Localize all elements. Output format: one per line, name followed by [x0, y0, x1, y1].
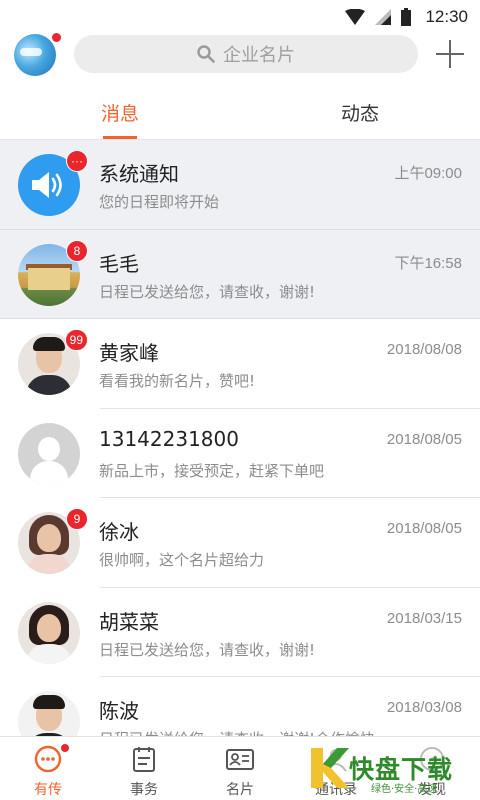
- avatar: [18, 601, 80, 664]
- message-time: 下午16:58: [394, 254, 462, 272]
- status-bar: 12:30: [0, 0, 480, 34]
- add-icon[interactable]: [436, 40, 464, 68]
- unread-badge: 9: [66, 508, 88, 530]
- nav-youchuan[interactable]: 有传: [0, 737, 96, 800]
- unread-dot: [51, 32, 62, 43]
- nav-affairs[interactable]: 事务: [96, 737, 192, 800]
- message-preview: 日程已发送给您，请查收，谢谢!: [99, 282, 316, 301]
- message-time: 2018/08/08: [386, 341, 462, 358]
- message-list[interactable]: ··· 系统通知 您的日程即将开始 上午09:00 8 毛毛 日程已发送给您，请…: [0, 140, 480, 736]
- search-input[interactable]: 企业名片: [74, 35, 418, 73]
- avatar: 9: [18, 508, 88, 574]
- person-body: [26, 375, 72, 395]
- my-avatar[interactable]: [14, 32, 62, 76]
- silhouette-head: [38, 436, 60, 461]
- contact-name: 陈波: [99, 699, 139, 723]
- person-head: [37, 613, 61, 642]
- watermark-logo: 快盘下载 绿色·安全·高速: [305, 740, 480, 798]
- watermark-slogan: 绿色·安全·高速: [371, 784, 438, 795]
- unread-badge: 99: [64, 329, 88, 351]
- clipboard-icon: [133, 747, 155, 772]
- person-hair: [33, 337, 65, 351]
- watermark-k-icon: [311, 748, 349, 788]
- message-time: 2018/08/05: [386, 430, 462, 448]
- message-preview: 看看我的新名片，赞吧!: [99, 372, 256, 390]
- message-preview: 日程已发送给您，请查收，谢谢!合作愉快: [99, 728, 375, 736]
- message-preview: 日程已发送给您，请查收，谢谢!: [99, 640, 316, 659]
- list-item[interactable]: 8 毛毛 日程已发送给您，请查收，谢谢! 下午16:58: [0, 229, 480, 319]
- unread-badge: 8: [66, 239, 88, 262]
- avatar: ···: [18, 150, 88, 216]
- nav-label: 事务: [130, 782, 158, 798]
- nav-cards[interactable]: 名片: [192, 737, 288, 800]
- avatar: 99: [18, 329, 88, 395]
- avatar: [18, 422, 80, 485]
- search-placeholder: 企业名片: [223, 45, 295, 66]
- nav-label: 有传: [34, 782, 62, 798]
- speaker-icon: [32, 172, 62, 198]
- app-screen: 12:30 企业名片 消息 动态 ··· 系统通知 您的日程即将开始 上午09:…: [0, 0, 480, 800]
- business-card-icon: [226, 749, 254, 770]
- message-preview: 新品上市，接受预定，赶紧下单吧: [99, 461, 325, 480]
- list-item[interactable]: 胡菜菜 日程已发送给您，请查收，谢谢! 2018/03/15: [0, 588, 480, 677]
- message-time: 2018/03/15: [386, 609, 462, 627]
- wifi-icon: [345, 9, 366, 25]
- list-item[interactable]: 13142231800 新品上市，接受预定，赶紧下单吧 2018/08/05: [0, 409, 480, 498]
- chat-bubble-icon: [34, 745, 62, 773]
- nav-label: 名片: [226, 782, 254, 798]
- message-time: 2018/08/05: [386, 520, 462, 537]
- unread-badge: ···: [66, 150, 88, 172]
- person-body: [26, 554, 72, 574]
- avatar-sky-cloud: [20, 48, 42, 56]
- message-preview: 很帅啊，这个名片超给力: [99, 551, 265, 569]
- list-item[interactable]: 99 黄家峰 看看我的新名片，赞吧! 2018/08/08: [0, 319, 480, 409]
- message-time: 上午09:00: [394, 165, 462, 182]
- clock: 12:30: [425, 7, 468, 26]
- list-item[interactable]: 9 徐冰 很帅啊，这个名片超给力 2018/08/05: [0, 498, 480, 588]
- contact-name: 胡菜菜: [99, 609, 159, 634]
- active-tab-indicator: [103, 136, 137, 139]
- tab-moments[interactable]: 动态: [240, 84, 480, 140]
- person-head: [37, 524, 61, 552]
- list-item[interactable]: 陈波 日程已发送给您，请查收，谢谢!合作愉快 2018/03/08: [0, 677, 480, 736]
- avatar: [18, 691, 80, 736]
- tab-messages[interactable]: 消息: [0, 84, 240, 140]
- message-preview: 您的日程即将开始: [99, 193, 220, 211]
- list-item[interactable]: ··· 系统通知 您的日程即将开始 上午09:00: [0, 140, 480, 230]
- person-body: [26, 643, 72, 664]
- unread-dot: [60, 743, 70, 753]
- silhouette-body: [30, 460, 68, 485]
- contact-name: 毛毛: [99, 251, 139, 276]
- default-avatar-icon: [18, 422, 80, 485]
- contact-name: 黄家峰: [99, 341, 159, 365]
- message-time: 2018/03/08: [386, 699, 462, 716]
- signal-icon: [375, 9, 392, 25]
- battery-icon: [401, 8, 412, 26]
- contact-name: 徐冰: [99, 520, 139, 544]
- top-bar: 企业名片: [0, 32, 480, 84]
- contact-name: 系统通知: [99, 162, 179, 186]
- search-icon: [197, 45, 215, 63]
- person-hair: [33, 695, 65, 709]
- house-building: [28, 267, 70, 290]
- avatar: 8: [18, 239, 88, 306]
- tab-bar: 消息 动态: [0, 84, 480, 140]
- contact-name: 13142231800: [99, 426, 239, 451]
